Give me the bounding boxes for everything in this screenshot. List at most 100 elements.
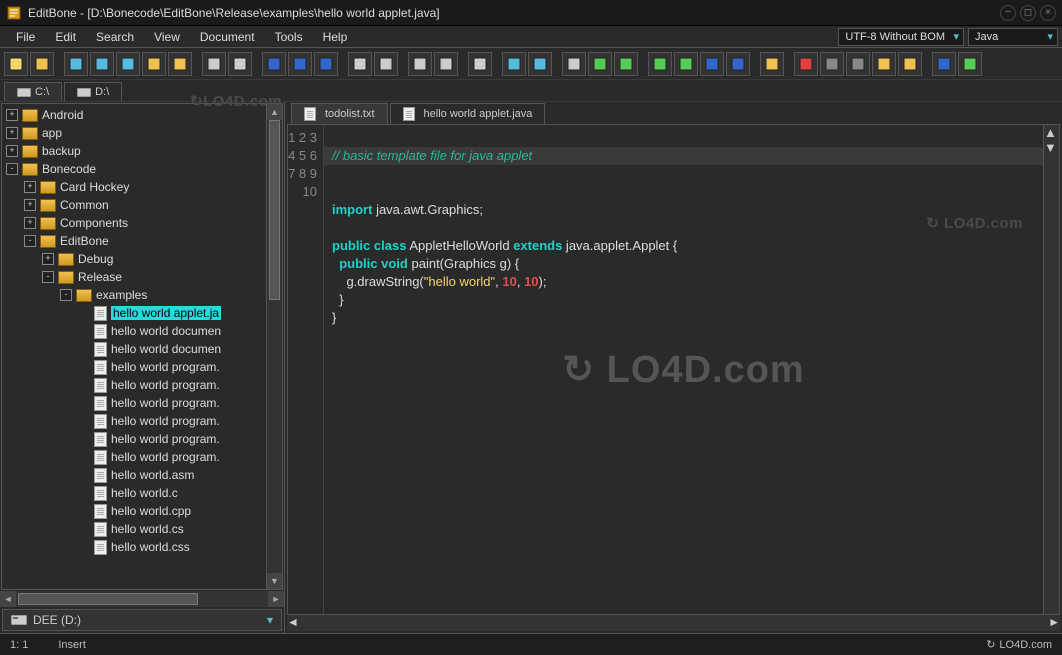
tree-folder[interactable]: +Common [2, 196, 266, 214]
outdent-button[interactable] [374, 52, 398, 76]
refresh-button[interactable] [958, 52, 982, 76]
tree-scrollbar-horizontal[interactable]: ◄ ► [0, 591, 284, 607]
bookmark-toggle-button[interactable] [262, 52, 286, 76]
open-file-button[interactable] [30, 52, 54, 76]
word-wrap-button[interactable] [648, 52, 672, 76]
tree-folder[interactable]: -Release [2, 268, 266, 286]
folder-icon [58, 253, 74, 266]
undo-button[interactable] [502, 52, 526, 76]
tree-folder[interactable]: +Card Hockey [2, 178, 266, 196]
new-file-button[interactable] [4, 52, 28, 76]
menu-file[interactable]: File [6, 28, 45, 46]
replace-button[interactable] [614, 52, 638, 76]
menu-search[interactable]: Search [86, 28, 144, 46]
menu-edit[interactable]: Edit [45, 28, 86, 46]
preferences-button[interactable] [932, 52, 956, 76]
tree-folder[interactable]: -examples [2, 286, 266, 304]
print-preview-button[interactable] [228, 52, 252, 76]
bookmark-prev-button[interactable] [288, 52, 312, 76]
save-as-button[interactable] [90, 52, 114, 76]
find-button[interactable] [562, 52, 586, 76]
tree-folder[interactable]: -EditBone [2, 232, 266, 250]
editor-scrollbar-horizontal[interactable]: ◄ ► [287, 615, 1060, 631]
tree-file[interactable]: hello world.cpp [2, 502, 266, 520]
main-area: +Android+app+backup-Bonecode+Card Hockey… [0, 102, 1062, 633]
language-select[interactable]: Java [968, 28, 1058, 46]
editor-scrollbar-vertical[interactable]: ▲ ▼ [1043, 125, 1059, 614]
code-editor[interactable]: 1 2 3 4 5 6 7 8 9 10 // basic template f… [287, 124, 1060, 615]
expander-icon[interactable]: + [24, 181, 36, 193]
tree-file[interactable]: hello world program. [2, 376, 266, 394]
open-project-button[interactable] [142, 52, 166, 76]
macros-button[interactable] [872, 52, 896, 76]
compare-button[interactable] [898, 52, 922, 76]
expander-icon[interactable]: - [60, 289, 72, 301]
split-grid-button[interactable] [726, 52, 750, 76]
indent-button[interactable] [348, 52, 372, 76]
tree-file[interactable]: hello world.c [2, 484, 266, 502]
tree-file[interactable]: hello world program. [2, 358, 266, 376]
expander-icon[interactable]: + [6, 127, 18, 139]
drive-status[interactable]: DEE (D:) ▾ [2, 609, 282, 631]
tree-file[interactable]: hello world program. [2, 448, 266, 466]
tree-file[interactable]: hello world documen [2, 322, 266, 340]
menu-document[interactable]: Document [190, 28, 265, 46]
tree-file[interactable]: hello world documen [2, 340, 266, 358]
record-macro-button[interactable] [794, 52, 818, 76]
drive-tab[interactable]: D:\ [64, 82, 122, 101]
expander-icon [78, 469, 90, 481]
tree-folder[interactable]: +Components [2, 214, 266, 232]
bookmark-next-button[interactable] [314, 52, 338, 76]
tree-label: hello world.asm [111, 468, 194, 482]
find-in-files-button[interactable] [588, 52, 612, 76]
encoding-select[interactable]: UTF-8 Without BOM [838, 28, 964, 46]
tree-file[interactable]: hello world program. [2, 430, 266, 448]
tree-file[interactable]: hello world program. [2, 412, 266, 430]
maximize-button[interactable]: ◻ [1020, 5, 1036, 21]
tree-file[interactable]: hello world.cs [2, 520, 266, 538]
menu-help[interactable]: Help [313, 28, 358, 46]
sort-desc-button[interactable] [434, 52, 458, 76]
save-button[interactable] [64, 52, 88, 76]
minimize-button[interactable]: − [1000, 5, 1016, 21]
expander-icon[interactable]: + [6, 145, 18, 157]
close-button[interactable]: × [1040, 5, 1056, 21]
copy-path-button[interactable] [760, 52, 784, 76]
expander-icon[interactable]: + [24, 217, 36, 229]
tree-folder[interactable]: +app [2, 124, 266, 142]
menu-view[interactable]: View [144, 28, 190, 46]
expander-icon[interactable]: - [6, 163, 18, 175]
tree-file[interactable]: hello world program. [2, 394, 266, 412]
sort-desc-icon [438, 56, 454, 72]
tree-file[interactable]: hello world.css [2, 538, 266, 556]
editor-area: todolist.txthello world applet.java 1 2 … [285, 102, 1062, 633]
expander-icon[interactable]: - [42, 271, 54, 283]
toggle-case-button[interactable] [468, 52, 492, 76]
split-horizontal-button[interactable] [674, 52, 698, 76]
save-all-button[interactable] [116, 52, 140, 76]
file-tab[interactable]: todolist.txt [291, 103, 388, 124]
play-macro-button[interactable] [846, 52, 870, 76]
sort-asc-button[interactable] [408, 52, 432, 76]
tree-scrollbar-vertical[interactable]: ▲ ▼ [266, 104, 282, 589]
tree-folder[interactable]: +backup [2, 142, 266, 160]
drive-tab[interactable]: C:\ [4, 82, 62, 101]
tree-folder[interactable]: +Debug [2, 250, 266, 268]
expander-icon[interactable]: + [24, 199, 36, 211]
tree-folder[interactable]: +Android [2, 106, 266, 124]
tree-file[interactable]: hello world applet.ja [2, 304, 266, 322]
tree-folder[interactable]: -Bonecode [2, 160, 266, 178]
redo-button[interactable] [528, 52, 552, 76]
open-folder-button[interactable] [168, 52, 192, 76]
folder-tree[interactable]: +Android+app+backup-Bonecode+Card Hockey… [2, 104, 266, 589]
split-vertical-button[interactable] [700, 52, 724, 76]
stop-macro-button[interactable] [820, 52, 844, 76]
print-button[interactable] [202, 52, 226, 76]
code-content[interactable]: // basic template file for java applet i… [324, 125, 1043, 614]
menu-tools[interactable]: Tools [265, 28, 313, 46]
expander-icon[interactable]: + [42, 253, 54, 265]
expander-icon[interactable]: + [6, 109, 18, 121]
file-tab[interactable]: hello world applet.java [390, 103, 546, 124]
expander-icon[interactable]: - [24, 235, 36, 247]
tree-file[interactable]: hello world.asm [2, 466, 266, 484]
